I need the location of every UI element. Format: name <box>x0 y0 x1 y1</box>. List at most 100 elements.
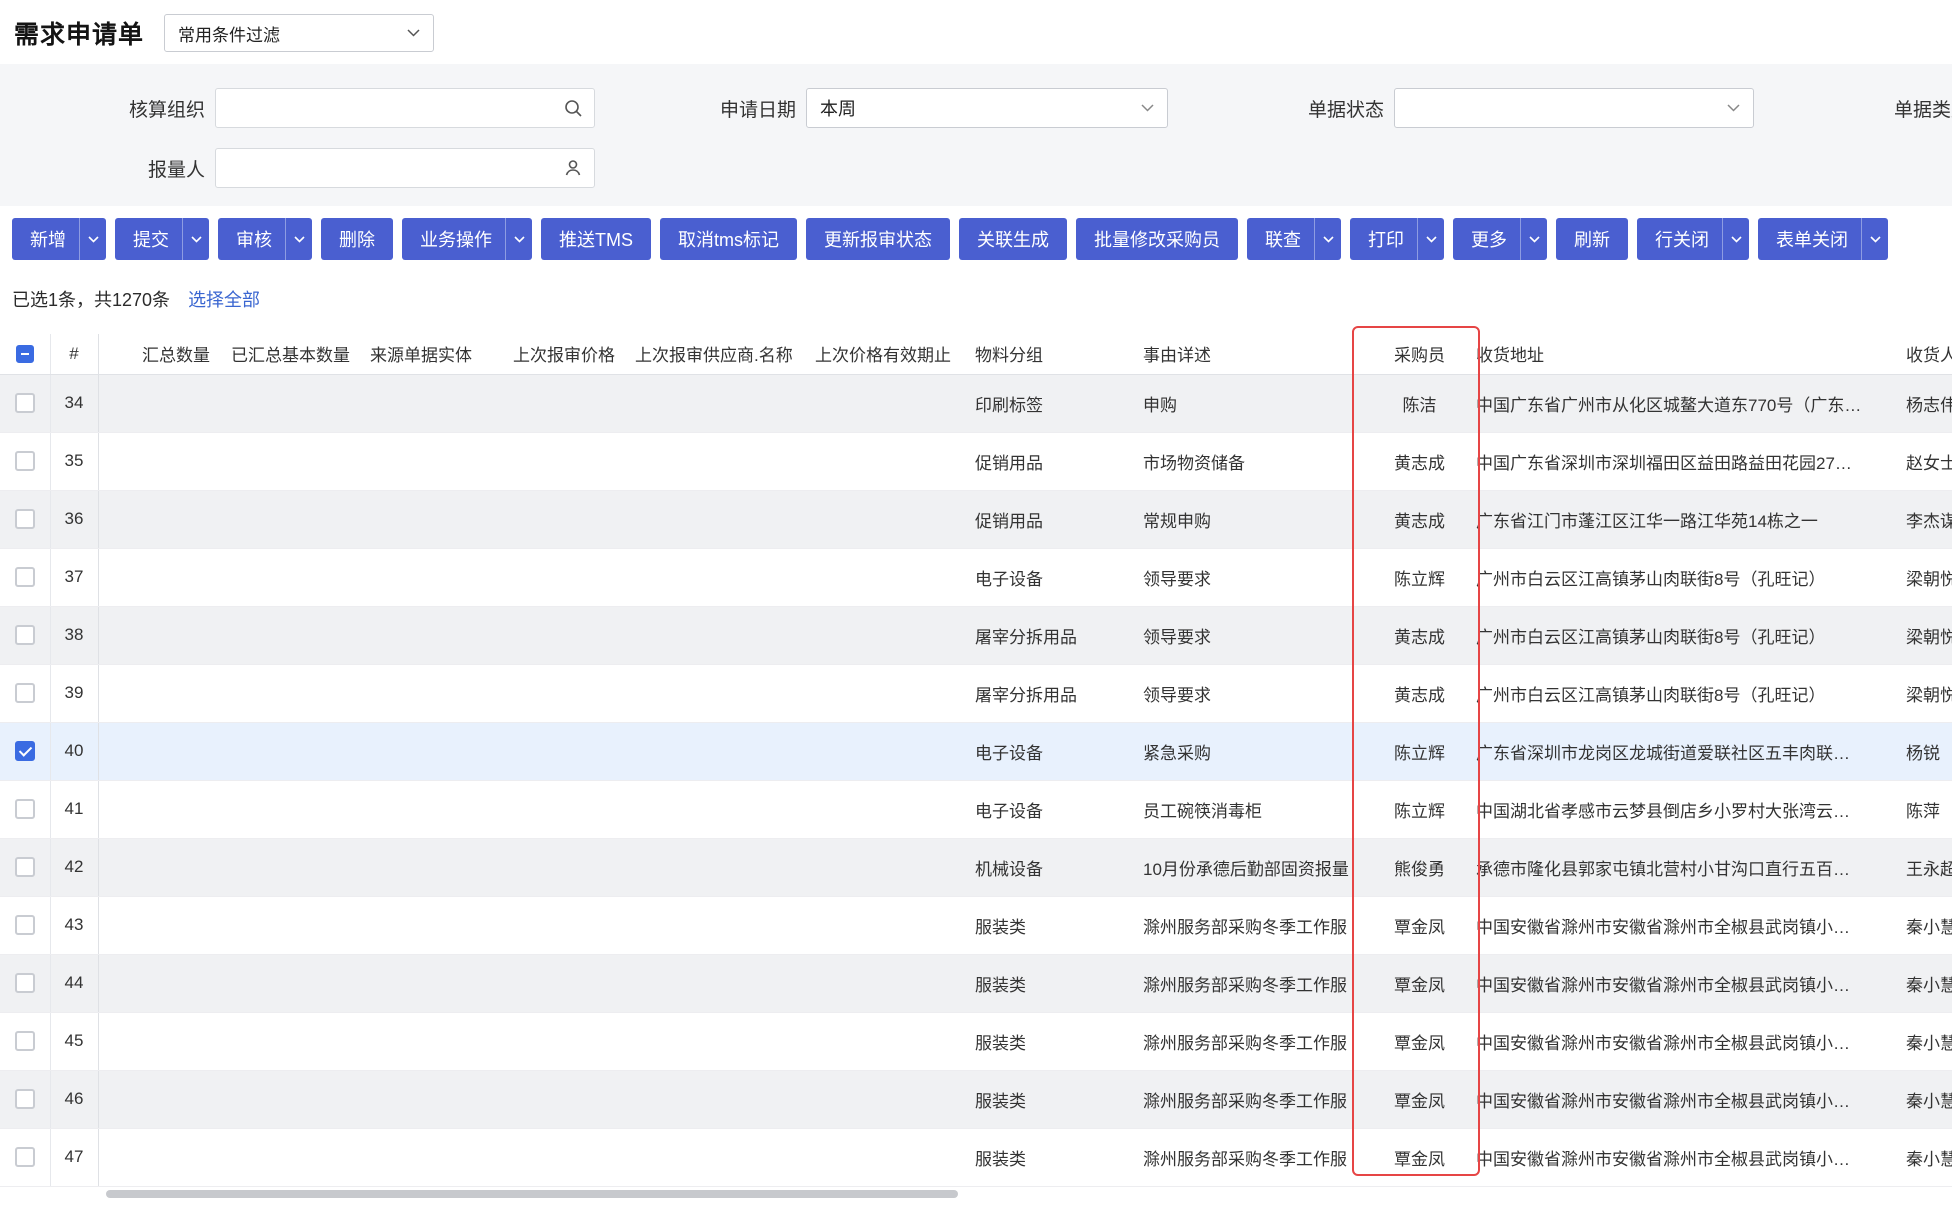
row-checkbox[interactable] <box>15 857 35 877</box>
row-checkbox[interactable] <box>15 799 35 819</box>
row-checkbox[interactable] <box>15 509 35 529</box>
toolbar-button-12[interactable]: 打印 <box>1350 218 1444 260</box>
chevron-down-icon[interactable] <box>1417 218 1444 260</box>
cell-sum_qty <box>98 1128 220 1186</box>
table-row[interactable]: 38屠宰分拆用品领导要求黄志成广州市白云区江高镇茅山肉联街8号（孔旺记）梁朝悦 <box>0 606 1952 664</box>
cell-receiver: 杨锐 <box>1896 722 1952 780</box>
row-checkbox[interactable] <box>15 741 35 761</box>
cell-last_price <box>500 606 625 664</box>
cell-checkbox <box>0 606 50 664</box>
toolbar-button-16[interactable]: 表单关闭 <box>1758 218 1888 260</box>
toolbar-button-14[interactable]: 刷新 <box>1556 218 1628 260</box>
row-checkbox[interactable] <box>15 393 35 413</box>
cell-address: 广州市白云区江高镇茅山肉联街8号（孔旺记） <box>1466 548 1896 606</box>
toolbar-button-13[interactable]: 更多 <box>1453 218 1547 260</box>
status-select[interactable] <box>1394 88 1754 128</box>
column-header-sum_qty[interactable]: 汇总数量 <box>98 334 220 374</box>
cell-last_price <box>500 432 625 490</box>
column-header-material_group[interactable]: 物料分组 <box>965 334 1133 374</box>
cell-checkbox <box>0 374 50 432</box>
table-row[interactable]: 43服装类滁州服务部采购冬季工作服覃金凤中国安徽省滁州市安徽省滁州市全椒县武岗镇… <box>0 896 1952 954</box>
toolbar-button-label: 行关闭 <box>1637 218 1722 260</box>
table-row[interactable]: 36促销用品常规申购黄志成广东省江门市蓬江区江华一路江华苑14栋之一李杰谋 <box>0 490 1952 548</box>
select-all-link[interactable]: 选择全部 <box>188 286 260 312</box>
row-checkbox[interactable] <box>15 567 35 587</box>
chevron-down-icon[interactable] <box>505 218 532 260</box>
reporter-field[interactable] <box>215 148 595 188</box>
row-checkbox[interactable] <box>15 451 35 471</box>
table-row[interactable]: 34印刷标签申购陈洁中国广东省广州市从化区城鳌大道东770号（广东…杨志伟 <box>0 374 1952 432</box>
toolbar-button-8[interactable]: 更新报审状态 <box>806 218 950 260</box>
cell-price_valid <box>805 1128 965 1186</box>
org-search-field[interactable] <box>215 88 595 128</box>
person-icon[interactable] <box>563 158 583 178</box>
reporter-label: 报量人 <box>0 155 215 182</box>
toolbar-button-9[interactable]: 关联生成 <box>959 218 1067 260</box>
toolbar-button-15[interactable]: 行关闭 <box>1637 218 1749 260</box>
column-header-num[interactable]: # <box>50 334 98 374</box>
table-row[interactable]: 45服装类滁州服务部采购冬季工作服覃金凤中国安徽省滁州市安徽省滁州市全椒县武岗镇… <box>0 1012 1952 1070</box>
horizontal-scrollbar[interactable] <box>106 1190 958 1198</box>
table-row[interactable]: 41电子设备员工碗筷消毒柜陈立辉中国湖北省孝感市云梦县倒店乡小罗村大张湾云…陈萍 <box>0 780 1952 838</box>
cell-material_group: 屠宰分拆用品 <box>965 664 1133 722</box>
cell-source_entity <box>360 838 500 896</box>
toolbar-button-5[interactable]: 业务操作 <box>402 218 532 260</box>
org-search-input[interactable] <box>215 88 595 128</box>
toolbar-button-1[interactable]: 新增 <box>12 218 106 260</box>
row-checkbox[interactable] <box>15 1031 35 1051</box>
cell-price_valid <box>805 1070 965 1128</box>
row-checkbox[interactable] <box>15 1147 35 1167</box>
table-row[interactable]: 47服装类滁州服务部采购冬季工作服覃金凤中国安徽省滁州市安徽省滁州市全椒县武岗镇… <box>0 1128 1952 1186</box>
toolbar-button-6[interactable]: 推送TMS <box>541 218 651 260</box>
table-row[interactable]: 40电子设备紧急采购陈立辉广东省深圳市龙岗区龙城街道爱联社区五丰肉联…杨锐 <box>0 722 1952 780</box>
cell-num: 40 <box>50 722 98 780</box>
date-select[interactable]: 本周 <box>806 88 1168 128</box>
filter-preset-select[interactable]: 常用条件过滤 <box>164 14 434 52</box>
row-checkbox[interactable] <box>15 1089 35 1109</box>
column-header-address[interactable]: 收货地址 <box>1466 334 1896 374</box>
select-all-checkbox[interactable] <box>16 345 34 363</box>
row-checkbox[interactable] <box>15 973 35 993</box>
row-checkbox[interactable] <box>15 625 35 645</box>
table-row[interactable]: 39屠宰分拆用品领导要求黄志成广州市白云区江高镇茅山肉联街8号（孔旺记）梁朝悦 <box>0 664 1952 722</box>
column-header-last_price[interactable]: 上次报审价格 <box>500 334 625 374</box>
cell-address: 广州市白云区江高镇茅山肉联街8号（孔旺记） <box>1466 606 1896 664</box>
column-header-buyer[interactable]: 采购员 <box>1373 334 1466 374</box>
cell-buyer: 陈立辉 <box>1373 722 1466 780</box>
table-row[interactable]: 42机械设备10月份承德后勤部固资报量熊俊勇承德市隆化县郭家屯镇北营村小甘沟口直… <box>0 838 1952 896</box>
column-header-last_supplier[interactable]: 上次报审供应商.名称 <box>625 334 805 374</box>
cell-last_supplier <box>625 838 805 896</box>
column-header-price_valid[interactable]: 上次价格有效期止 <box>805 334 965 374</box>
toolbar-button-7[interactable]: 取消tms标记 <box>660 218 797 260</box>
column-header-source_entity[interactable]: 来源单据实体 <box>360 334 500 374</box>
column-header-sum_base_qty[interactable]: 已汇总基本数量 <box>220 334 360 374</box>
row-checkbox[interactable] <box>15 683 35 703</box>
chevron-down-icon[interactable] <box>79 218 106 260</box>
cell-buyer: 黄志成 <box>1373 664 1466 722</box>
toolbar-button-label: 删除 <box>321 218 393 260</box>
chevron-down-icon[interactable] <box>182 218 209 260</box>
cell-last_supplier <box>625 374 805 432</box>
table-row[interactable]: 37电子设备领导要求陈立辉广州市白云区江高镇茅山肉联街8号（孔旺记）梁朝悦 <box>0 548 1952 606</box>
toolbar-button-11[interactable]: 联查 <box>1247 218 1341 260</box>
chevron-down-icon[interactable] <box>1861 218 1888 260</box>
table-row[interactable]: 46服装类滁州服务部采购冬季工作服覃金凤中国安徽省滁州市安徽省滁州市全椒县武岗镇… <box>0 1070 1952 1128</box>
table-row[interactable]: 35促销用品市场物资储备黄志成中国广东省深圳市深圳福田区益田路益田花园27…赵女… <box>0 432 1952 490</box>
row-checkbox[interactable] <box>15 915 35 935</box>
reporter-input[interactable] <box>215 148 595 188</box>
column-header-reason[interactable]: 事由详述 <box>1133 334 1373 374</box>
cell-checkbox <box>0 1070 50 1128</box>
toolbar-button-10[interactable]: 批量修改采购员 <box>1076 218 1238 260</box>
toolbar-button-3[interactable]: 审核 <box>218 218 312 260</box>
chevron-down-icon[interactable] <box>285 218 312 260</box>
search-icon[interactable] <box>563 98 583 118</box>
toolbar-button-label: 提交 <box>115 218 182 260</box>
chevron-down-icon[interactable] <box>1722 218 1749 260</box>
toolbar-button-2[interactable]: 提交 <box>115 218 209 260</box>
chevron-down-icon[interactable] <box>1314 218 1341 260</box>
chevron-down-icon[interactable] <box>1520 218 1547 260</box>
column-header-receiver[interactable]: 收货人 <box>1896 334 1952 374</box>
cell-last_supplier <box>625 490 805 548</box>
toolbar-button-4[interactable]: 删除 <box>321 218 393 260</box>
table-row[interactable]: 44服装类滁州服务部采购冬季工作服覃金凤中国安徽省滁州市安徽省滁州市全椒县武岗镇… <box>0 954 1952 1012</box>
